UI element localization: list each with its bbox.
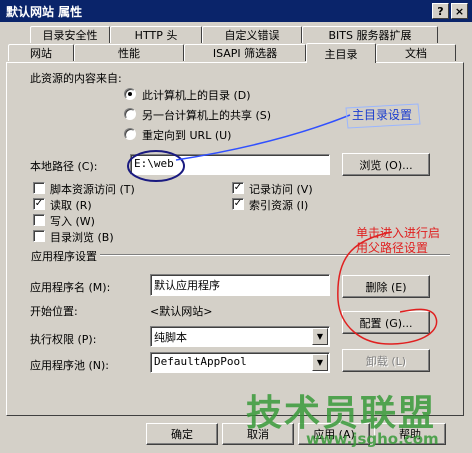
path-highlight-circle — [127, 150, 185, 182]
home-dir-note: 主目录设置 — [352, 108, 413, 122]
tab-home-directory[interactable]: 主目录 — [306, 43, 376, 63]
watermark-title: 技术员联盟 — [246, 393, 437, 434]
watermark-url: www.jsgho.com — [306, 430, 439, 448]
parent-path-note-line2: 用父路径设置 — [356, 241, 429, 255]
home-dir-note-arrow — [175, 114, 351, 161]
